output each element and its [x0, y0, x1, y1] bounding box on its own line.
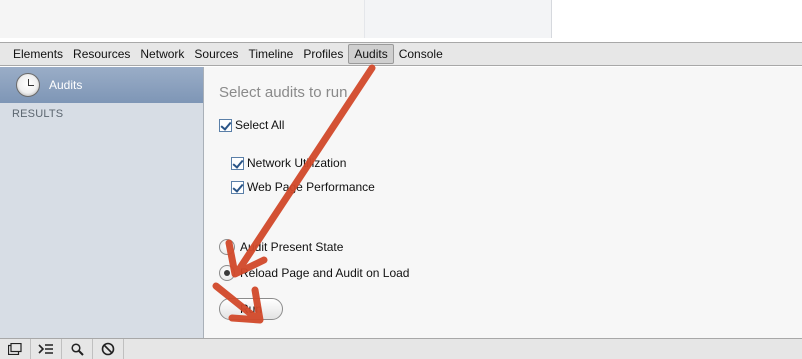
audit-present-state-radio[interactable]	[219, 239, 235, 255]
audits-sidebar: Audits RESULTS	[0, 67, 204, 338]
network-utilization-checkbox[interactable]	[231, 156, 244, 170]
devtools-tabbar: Elements Resources Network Sources Timel…	[0, 42, 802, 66]
mode-label: Reload Page and Audit on Load	[240, 266, 410, 280]
audit-item-label: Web Page Performance	[247, 180, 375, 194]
sidebar-item-label: Audits	[49, 78, 83, 92]
tab-network[interactable]: Network	[135, 44, 189, 64]
mode-reload-and-audit[interactable]: Reload Page and Audit on Load	[219, 265, 409, 281]
reload-and-audit-radio[interactable]	[219, 265, 235, 281]
tab-console[interactable]: Console	[394, 44, 448, 64]
tab-sources[interactable]: Sources	[189, 44, 243, 64]
search-icon[interactable]	[62, 339, 93, 359]
tab-elements[interactable]: Elements	[8, 44, 68, 64]
web-page-performance-checkbox[interactable]	[231, 180, 244, 194]
audit-launcher-panel: Select audits to run Select All Network …	[204, 67, 802, 338]
select-all-row[interactable]: Select All	[219, 118, 284, 132]
clock-icon	[16, 73, 40, 97]
results-section-label: RESULTS	[12, 108, 64, 120]
select-all-label: Select All	[235, 118, 285, 132]
panel-heading: Select audits to run	[219, 84, 348, 101]
tab-timeline[interactable]: Timeline	[243, 44, 298, 64]
clear-icon[interactable]	[93, 339, 124, 359]
run-button[interactable]: Run	[219, 298, 283, 320]
mode-audit-present-state[interactable]: Audit Present State	[219, 239, 343, 255]
page-region-middle	[364, 0, 552, 38]
tab-resources[interactable]: Resources	[68, 44, 135, 64]
tab-audits[interactable]: Audits	[348, 44, 394, 64]
sidebar-item-audits[interactable]: Audits	[0, 67, 203, 103]
dock-icon[interactable]	[0, 339, 31, 359]
page-region-left	[0, 0, 364, 38]
devtools-statusbar	[0, 338, 802, 359]
page-region-right	[552, 0, 802, 38]
mode-label: Audit Present State	[240, 240, 344, 254]
select-all-checkbox[interactable]	[219, 118, 232, 132]
audit-item-network-utilization[interactable]: Network Utilization	[231, 156, 346, 170]
tab-profiles[interactable]: Profiles	[298, 44, 348, 64]
audit-item-label: Network Utilization	[247, 156, 347, 170]
audit-item-web-page-performance[interactable]: Web Page Performance	[231, 180, 375, 194]
console-drawer-icon[interactable]	[31, 339, 62, 359]
inspected-page-area	[0, 0, 802, 42]
